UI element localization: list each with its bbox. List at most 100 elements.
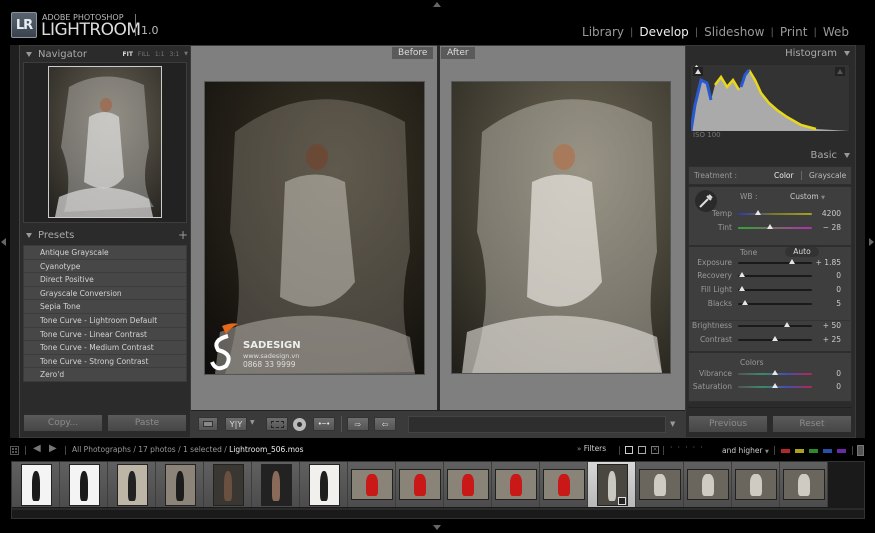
slider-knob[interactable] — [738, 272, 745, 277]
slider-knob[interactable] — [789, 259, 796, 264]
treatment-color-option[interactable]: Color — [774, 171, 794, 180]
slider-knob[interactable] — [742, 300, 749, 305]
preset-item[interactable]: Tone Curve - Lightroom Default — [24, 314, 186, 328]
thumbnail-red-veil-3[interactable] — [447, 469, 489, 500]
slider-knob[interactable] — [772, 383, 778, 388]
navigator-header[interactable]: Navigator FIT FILL 1:1 3:1 ▼ — [26, 48, 188, 60]
histogram-header[interactable]: Histogram — [690, 48, 850, 59]
thumbnail-red-veil-5[interactable] — [543, 469, 585, 500]
module-library[interactable]: Library — [582, 25, 624, 39]
auto-tone-button[interactable]: Auto — [785, 247, 819, 257]
preset-item[interactable]: Zero'd — [24, 368, 186, 382]
treatment-grayscale-option[interactable]: Grayscale — [809, 171, 846, 180]
color-label-filter[interactable] — [795, 449, 804, 453]
toolbar-info-field[interactable] — [408, 416, 666, 433]
filters-toggle[interactable]: » Filters — [577, 444, 606, 453]
copy-after-to-before-button[interactable]: ⇦ — [374, 417, 396, 431]
temp-slider[interactable] — [738, 213, 812, 215]
thumbnail-model-black-outfit-6[interactable] — [260, 463, 292, 506]
color-label-filter[interactable] — [823, 449, 832, 453]
thumbnail-white-veil-2[interactable] — [639, 469, 681, 500]
color-label-filter[interactable] — [781, 449, 790, 453]
presets-header[interactable]: Presets + — [26, 228, 188, 242]
thumbnail-model-black-outfit-1[interactable] — [20, 463, 52, 506]
spot-removal-button[interactable] — [293, 418, 306, 431]
zoom-fill[interactable]: FILL — [138, 51, 150, 58]
preset-item[interactable]: Antique Grayscale — [24, 246, 186, 260]
shadow-clipping-toggle[interactable] — [693, 67, 703, 76]
toolbar-options-dropdown-icon[interactable]: ▼ — [670, 420, 675, 428]
red-eye-tool-button[interactable]: •─• — [313, 417, 335, 431]
recovery-slider[interactable] — [738, 275, 812, 277]
toggle-filmstrip-icon[interactable] — [433, 525, 441, 530]
slider-value[interactable]: + 25 — [815, 335, 841, 344]
flag-picked-filter-icon[interactable] — [625, 446, 633, 454]
thumbnail-model-black-outfit-3[interactable] — [116, 463, 148, 506]
loupe-view-button[interactable] — [198, 417, 218, 431]
filmstrip-scrollbar[interactable] — [12, 508, 864, 510]
thumbnail-white-veil-3[interactable] — [687, 469, 729, 500]
fill-light-slider[interactable] — [738, 289, 812, 291]
slider-knob[interactable] — [783, 322, 790, 327]
zoom-1-1[interactable]: 1:1 — [155, 51, 165, 58]
flag-rejected-filter-icon[interactable]: × — [651, 446, 659, 454]
thumbnail-white-veil-4[interactable] — [735, 469, 777, 500]
color-label-filter[interactable] — [837, 449, 846, 453]
slider-value[interactable]: 0 — [815, 271, 841, 280]
zoom-fit[interactable]: FIT — [122, 51, 132, 58]
forward-arrow-button[interactable]: ▶ — [49, 443, 57, 454]
toggle-top-panel-icon[interactable] — [433, 2, 441, 7]
wb-dropdown[interactable]: Custom ▼ — [790, 192, 825, 201]
preset-item[interactable]: Sepia Tone — [24, 300, 186, 314]
thumbnail-red-veil-1[interactable] — [351, 469, 393, 500]
blacks-slider[interactable] — [738, 303, 812, 305]
add-preset-button[interactable]: + — [178, 228, 188, 242]
basic-header[interactable]: Basic — [690, 150, 850, 161]
grid-view-button[interactable] — [10, 446, 19, 455]
right-panel-scrollbar[interactable] — [856, 45, 865, 438]
preset-item[interactable]: Tone Curve - Medium Contrast — [24, 341, 186, 355]
previous-button[interactable]: Previous — [688, 415, 768, 433]
filmstrip-breadcrumb[interactable]: All Photographs / 17 photos / 1 selected… — [72, 445, 304, 454]
back-arrow-button[interactable]: ◀ — [33, 443, 41, 454]
preset-item[interactable]: Tone Curve - Strong Contrast — [24, 355, 186, 369]
before-after-dropdown-icon[interactable]: ▼ — [250, 419, 255, 426]
toggle-left-panel-icon[interactable] — [1, 238, 6, 246]
slider-knob[interactable] — [772, 336, 778, 341]
copy-settings-button[interactable]: Copy... — [23, 414, 103, 432]
tint-slider[interactable] — [738, 227, 812, 229]
slider-knob[interactable] — [772, 370, 778, 375]
slider-value[interactable]: 0 — [815, 285, 841, 294]
toggle-right-panel-icon[interactable] — [869, 238, 874, 246]
star-rating-filter[interactable]: ····· — [670, 443, 708, 452]
flag-unflagged-filter-icon[interactable] — [638, 446, 646, 454]
slider-knob[interactable] — [766, 224, 773, 229]
thumbnail-model-black-outfit-2[interactable] — [68, 463, 100, 506]
zoom-dropdown-icon[interactable]: ▼ — [184, 51, 188, 57]
module-slideshow[interactable]: Slideshow — [704, 25, 764, 39]
slider-value[interactable]: 5 — [815, 299, 841, 308]
highlight-clipping-toggle[interactable] — [835, 67, 845, 76]
slider-knob[interactable] — [738, 286, 745, 291]
slider-value[interactable]: 0 — [815, 382, 841, 391]
preset-item[interactable]: Direct Positive — [24, 273, 186, 287]
crop-tool-button[interactable] — [266, 417, 288, 431]
module-print[interactable]: Print — [780, 25, 808, 39]
module-develop[interactable]: Develop — [639, 25, 688, 39]
slider-value[interactable]: 4200 — [815, 209, 841, 218]
slider-value[interactable]: + 50 — [815, 321, 841, 330]
preset-item[interactable]: Grayscale Conversion — [24, 287, 186, 301]
preset-item[interactable]: Tone Curve - Linear Contrast — [24, 328, 186, 342]
after-photo[interactable] — [451, 81, 671, 374]
slider-knob[interactable] — [754, 210, 761, 215]
thumbnail-red-veil-4[interactable] — [495, 469, 537, 500]
filter-lock-toggle[interactable] — [857, 445, 864, 456]
zoom-3-1[interactable]: 3:1 — [169, 51, 179, 58]
slider-value[interactable]: 0 — [815, 369, 841, 378]
reset-button[interactable]: Reset — [772, 415, 852, 433]
slider-value[interactable]: − 28 — [815, 223, 841, 232]
paste-settings-button[interactable]: Paste — [107, 414, 187, 432]
slider-value[interactable]: + 1.85 — [815, 258, 841, 267]
preset-item[interactable]: Cyanotype — [24, 260, 186, 274]
thumbnail-model-black-outfit-4[interactable] — [164, 463, 196, 506]
